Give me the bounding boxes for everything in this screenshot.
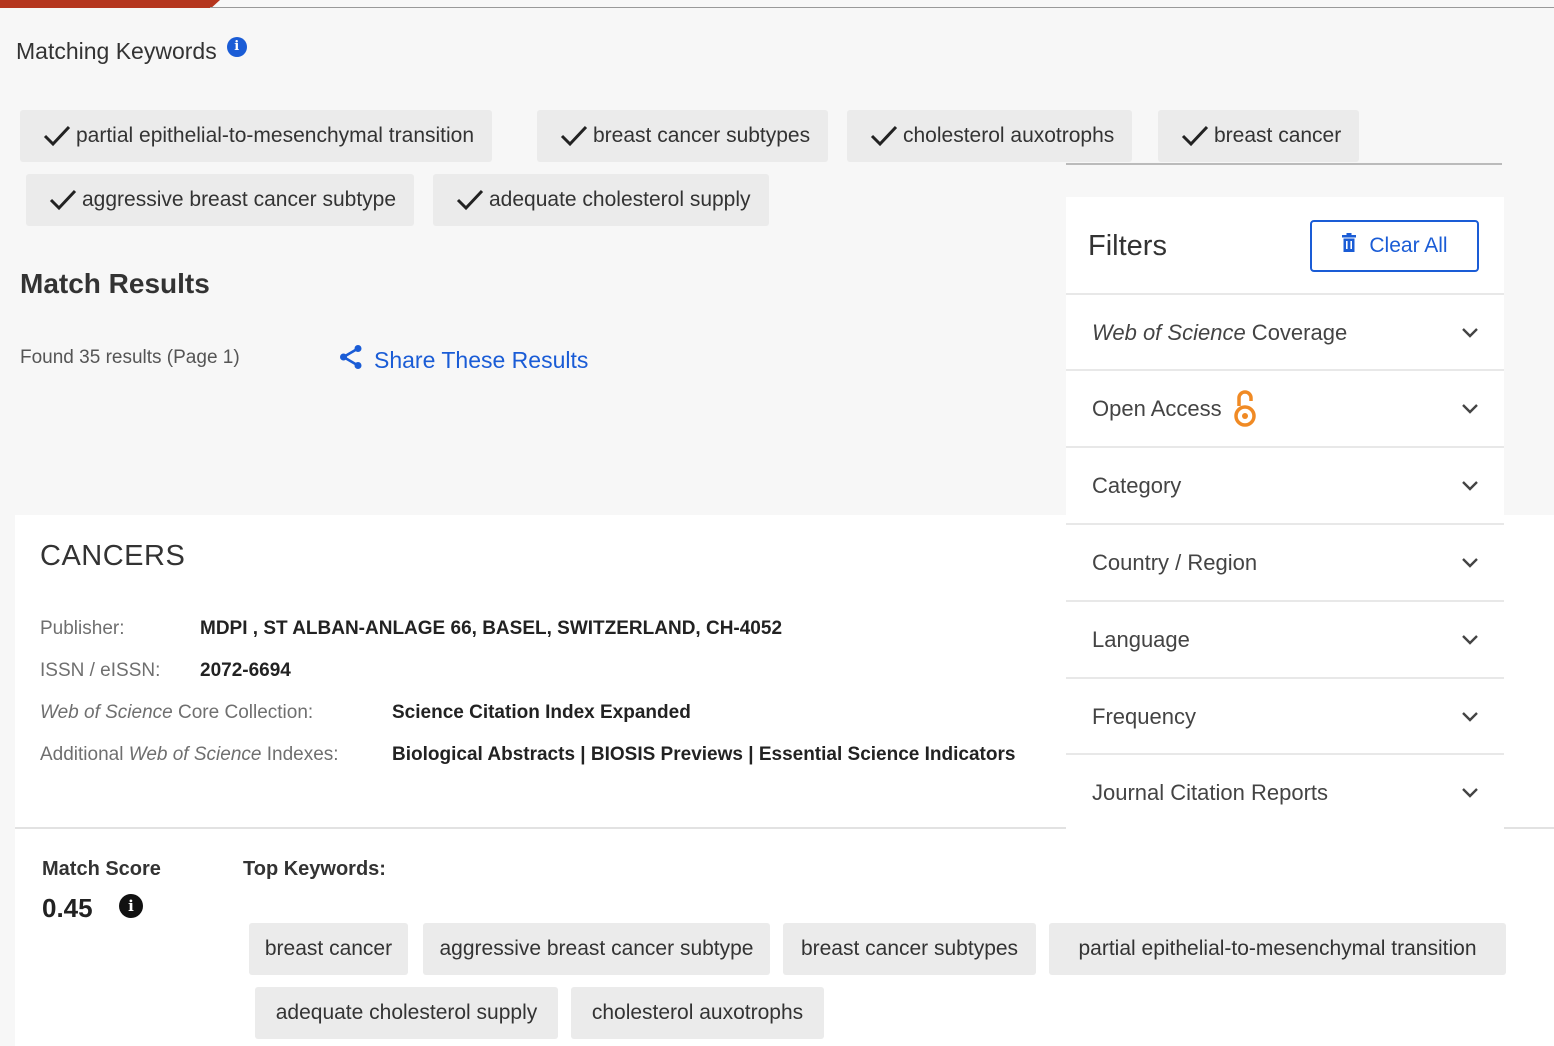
match-score-value: 0.45	[42, 893, 93, 923]
chevron-down-icon	[1460, 325, 1480, 341]
clear-all-label: Clear All	[1369, 234, 1448, 257]
checkmark-icon	[455, 188, 485, 212]
filter-label: Country / Region	[1092, 549, 1258, 575]
match-results-title: Match Results	[20, 268, 210, 299]
keyword-chip[interactable]: breast cancer subtypes	[537, 110, 829, 162]
filter-label: Journal Citation Reports	[1092, 779, 1329, 805]
keyword-chip-label: aggressive breast cancer subtype	[82, 188, 397, 211]
info-icon[interactable]: i	[226, 36, 247, 57]
filter-journal-citation-reports[interactable]: Journal Citation Reports	[1066, 753, 1504, 830]
clear-all-button[interactable]: Clear All	[1310, 220, 1479, 272]
filter-label: Frequency	[1092, 703, 1196, 729]
top-keyword-chip: partial epithelial-to-mesenchymal transi…	[1049, 923, 1506, 975]
chevron-down-icon	[1460, 555, 1480, 571]
filter-category[interactable]: Category	[1066, 446, 1504, 523]
filter-open-access[interactable]: Open Access	[1066, 369, 1504, 446]
issn-value: 2072-6694	[200, 660, 291, 681]
keyword-chip-label: breast cancer subtypes	[593, 124, 811, 147]
checkmark-icon	[42, 124, 72, 148]
checkmark-icon	[869, 124, 899, 148]
share-results-label: Share These Results	[374, 346, 589, 373]
results-count: Found 35 results (Page 1)	[20, 347, 240, 368]
filter-frequency[interactable]: Frequency	[1066, 677, 1504, 754]
journal-title[interactable]: CANCERS	[40, 540, 185, 573]
chevron-down-icon	[1460, 785, 1480, 801]
chevron-down-icon	[1460, 478, 1480, 494]
header-rule	[210, 7, 1554, 8]
filter-country-region[interactable]: Country / Region	[1066, 523, 1504, 600]
keyword-chip-label: adequate cholesterol supply	[489, 188, 751, 211]
checkmark-icon	[48, 188, 78, 212]
publisher-label: Publisher:	[40, 618, 125, 639]
filter-label: Language	[1092, 626, 1190, 652]
keyword-chip-label: cholesterol auxotrophs	[903, 124, 1115, 147]
open-access-icon	[1232, 389, 1258, 429]
filter-web-of-science-coverage[interactable]: Web of Science Coverage	[1066, 293, 1504, 370]
keyword-chip[interactable]: cholesterol auxotrophs	[847, 110, 1133, 162]
chevron-down-icon	[1460, 709, 1480, 725]
matching-keywords-title: Matching Keywords	[16, 38, 217, 64]
filter-language[interactable]: Language	[1066, 600, 1504, 677]
top-keyword-chip: adequate cholesterol supply	[255, 987, 558, 1039]
keyword-chip[interactable]: partial epithelial-to-mesenchymal transi…	[20, 110, 493, 162]
core-collection-value: Science Citation Index Expanded	[392, 702, 691, 723]
filters-rule	[1066, 163, 1502, 165]
keyword-chip-label: breast cancer	[1214, 124, 1342, 147]
top-keyword-chip: aggressive breast cancer subtype	[423, 923, 770, 975]
keyword-chip[interactable]: adequate cholesterol supply	[433, 174, 769, 226]
filter-label: Category	[1092, 472, 1182, 498]
chevron-down-icon	[1460, 401, 1480, 417]
checkmark-icon	[559, 124, 589, 148]
share-results-link[interactable]: Share These Results	[338, 344, 588, 376]
core-collection-label: Web of Science Core Collection:	[40, 702, 314, 723]
match-score-label: Match Score	[42, 858, 161, 880]
info-icon[interactable]: i	[119, 894, 143, 918]
filter-label: Open Access	[1092, 395, 1222, 421]
additional-indexes-value: Biological Abstracts | BIOSIS Previews |…	[392, 744, 1016, 765]
trash-icon	[1341, 233, 1357, 259]
issn-label: ISSN / eISSN:	[40, 660, 161, 681]
top-keywords-label: Top Keywords:	[243, 858, 386, 880]
keyword-chip-label: partial epithelial-to-mesenchymal transi…	[76, 124, 475, 147]
share-icon	[338, 344, 364, 376]
checkmark-icon	[1180, 124, 1210, 148]
additional-indexes-label: Additional Web of Science Indexes:	[40, 744, 339, 765]
filter-label: Web of Science Coverage	[1092, 319, 1348, 345]
top-keyword-chip: cholesterol auxotrophs	[571, 987, 824, 1039]
brand-accent-bar	[0, 0, 220, 8]
chevron-down-icon	[1460, 632, 1480, 648]
publisher-value: MDPI , ST ALBAN-ANLAGE 66, BASEL, SWITZE…	[200, 618, 783, 639]
keyword-chip[interactable]: breast cancer	[1158, 110, 1360, 162]
matching-keywords-heading: Matching Keywords i	[16, 36, 247, 65]
top-keyword-chip: breast cancer	[249, 923, 408, 975]
top-keyword-chip: breast cancer subtypes	[783, 923, 1036, 975]
keyword-chip[interactable]: aggressive breast cancer subtype	[26, 174, 415, 226]
filters-title: Filters	[1088, 230, 1167, 262]
